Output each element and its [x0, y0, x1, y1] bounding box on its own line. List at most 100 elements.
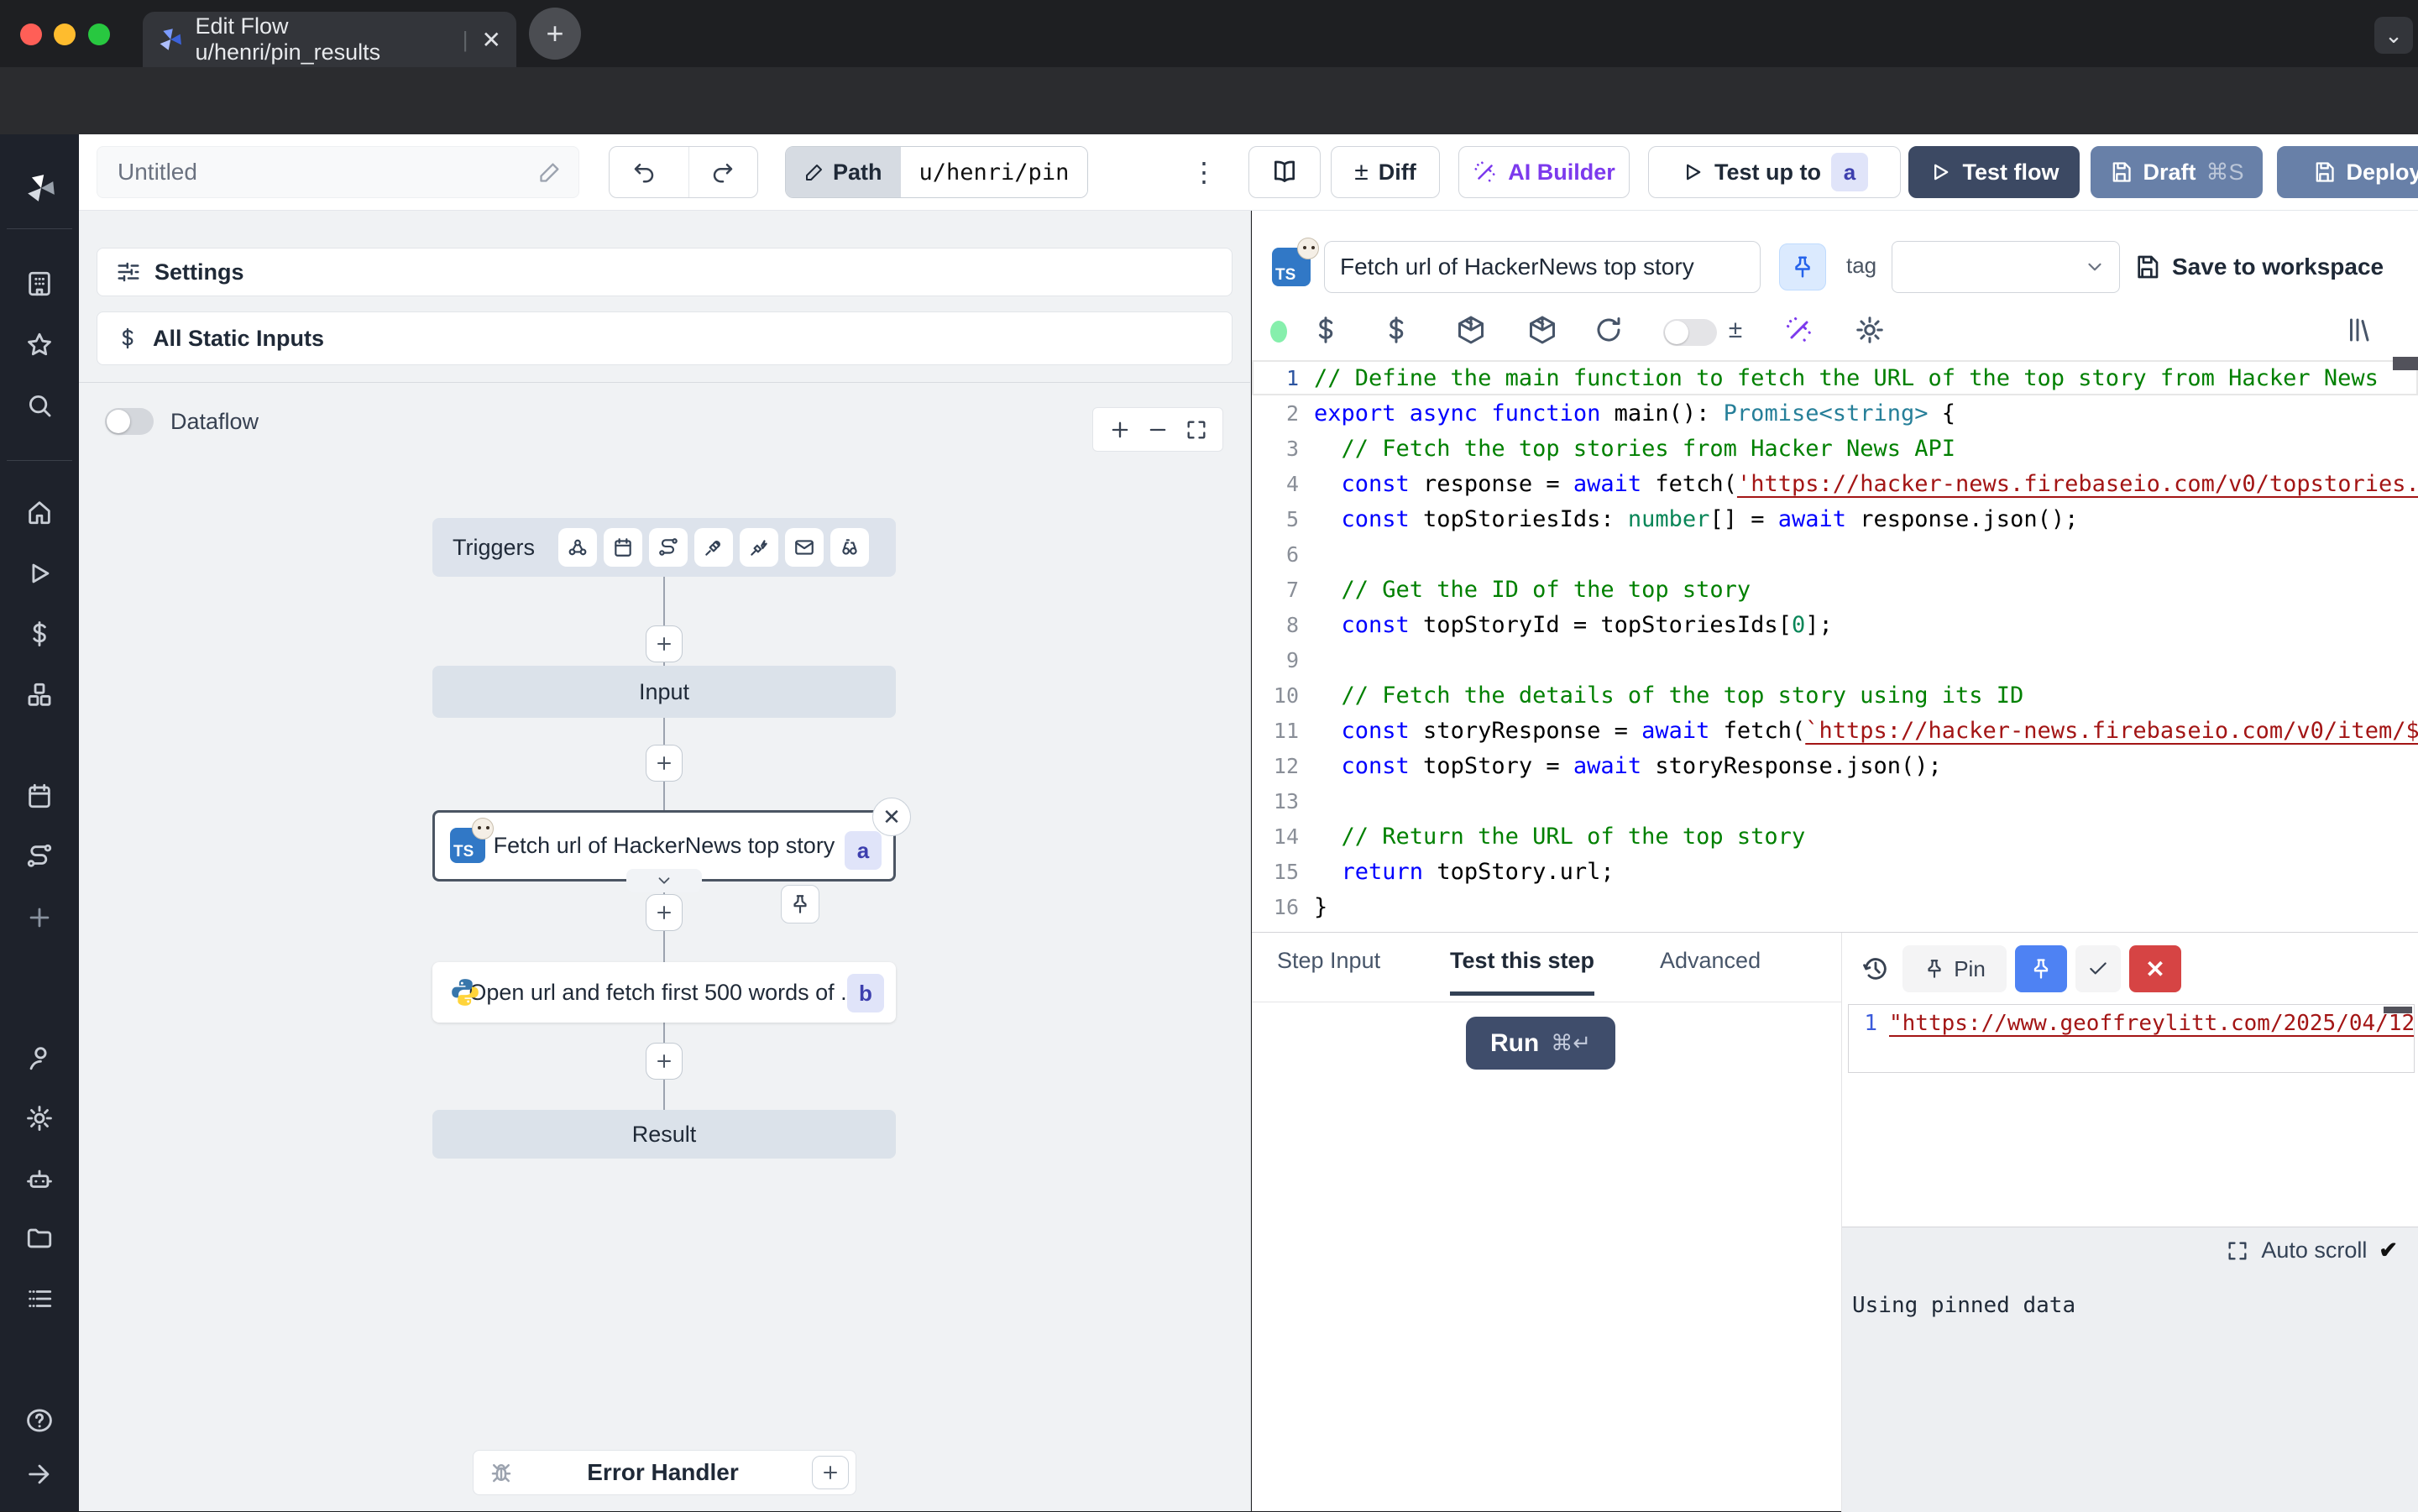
editor-scrollbar[interactable]: [2393, 357, 2418, 370]
edit-pencil-icon[interactable]: [538, 160, 562, 184]
editor-scrollbar[interactable]: [2384, 1007, 2412, 1013]
sidebar-item-home[interactable]: [25, 498, 54, 526]
code-line: 11 const storyResponse = await fetch(`ht…: [1252, 713, 2418, 748]
pin-icon: [1923, 958, 1945, 980]
tab-search-chevron-icon[interactable]: ⌄: [2374, 17, 2413, 54]
sidebar-item-add[interactable]: [25, 903, 54, 932]
undo-button[interactable]: [610, 147, 678, 197]
browser-tab[interactable]: Edit Flow u/henri/pin_results | ✕: [143, 12, 516, 67]
sidebar-item-settings[interactable]: [25, 1104, 54, 1133]
sidebar-item-help[interactable]: [25, 1406, 54, 1435]
save-to-workspace-button[interactable]: Save to workspace: [2133, 246, 2384, 288]
diff-button[interactable]: ± Diff: [1331, 146, 1440, 198]
reload-icon[interactable]: [1594, 315, 1624, 345]
package-icon[interactable]: [1456, 315, 1486, 345]
step-title-input[interactable]: Fetch url of HackerNews top story: [1324, 241, 1761, 293]
library-icon[interactable]: [2345, 315, 2375, 345]
add-error-handler-button[interactable]: [812, 1456, 849, 1489]
deploy-button[interactable]: Deploy: [2277, 146, 2418, 198]
tab-advanced[interactable]: Advanced: [1660, 948, 1761, 974]
test-flow-button[interactable]: Test flow: [1908, 146, 2080, 198]
all-static-inputs-row[interactable]: All Static Inputs: [97, 311, 1233, 365]
editor-toggle[interactable]: [1663, 319, 1717, 346]
step-node-title: Open url and fetch first 500 words of ..…: [468, 980, 859, 1006]
zoom-out-icon[interactable]: [1146, 418, 1170, 442]
sidebar-item-runs[interactable]: [25, 559, 54, 588]
docs-button[interactable]: [1248, 146, 1321, 198]
step-pin-indicator-icon[interactable]: [781, 885, 819, 923]
variables-icon[interactable]: [1311, 315, 1341, 345]
sidebar-expand-icon[interactable]: [25, 1460, 54, 1488]
websocket-trigger-icon[interactable]: [694, 528, 733, 567]
flow-settings-row[interactable]: Settings: [97, 248, 1233, 296]
sidebar-item-favorites[interactable]: [25, 331, 54, 359]
redo-button[interactable]: [688, 147, 757, 197]
pin-icon: [2029, 957, 2053, 981]
sidebar-item-schedules[interactable]: [25, 782, 54, 810]
code-editor[interactable]: 1// Define the main function to fetch th…: [1252, 360, 2418, 931]
editor-settings-gear-icon[interactable]: [1855, 315, 1885, 345]
ai-wand-icon[interactable]: [1784, 315, 1814, 345]
route-trigger-icon[interactable]: [649, 528, 688, 567]
sidebar-item-workers[interactable]: [25, 1165, 54, 1194]
expand-step-chevron-icon[interactable]: [626, 869, 702, 892]
add-step-button[interactable]: [646, 1043, 683, 1080]
zoom-in-icon[interactable]: [1108, 418, 1132, 442]
sidebar-item-search[interactable]: [25, 391, 54, 420]
pin-toggle-button[interactable]: [1779, 243, 1826, 290]
path-chip[interactable]: Path u/henri/pin: [785, 146, 1088, 198]
input-node[interactable]: Input: [432, 666, 896, 718]
sidebar-item-routes[interactable]: [25, 842, 54, 871]
tab-close-icon[interactable]: ✕: [482, 26, 501, 54]
sidebar-item-workspace[interactable]: [25, 269, 54, 298]
bun-icon: [1297, 238, 1319, 259]
add-step-button[interactable]: [646, 625, 683, 662]
webhook-trigger-icon[interactable]: [558, 528, 597, 567]
ai-builder-button[interactable]: AI Builder: [1458, 146, 1630, 198]
email-trigger-icon[interactable]: [785, 528, 824, 567]
step-node-b[interactable]: Open url and fetch first 500 words of ..…: [432, 962, 896, 1023]
auto-scroll-control[interactable]: Auto scroll ✔: [2226, 1237, 2398, 1263]
triggers-node[interactable]: Triggers: [432, 518, 896, 577]
tag-select[interactable]: [1892, 241, 2120, 293]
tab-step-input[interactable]: Step Input: [1277, 948, 1380, 974]
remove-step-icon[interactable]: ✕: [872, 798, 911, 836]
package-icon[interactable]: [1527, 315, 1557, 345]
fit-view-icon[interactable]: [1185, 418, 1208, 442]
draft-button[interactable]: Draft⌘S: [2091, 146, 2263, 198]
window-zoom-button[interactable]: [88, 24, 110, 45]
result-node[interactable]: Result: [432, 1110, 896, 1159]
pinned-toggle-button[interactable]: [2015, 945, 2067, 992]
sidebar-item-resources[interactable]: [25, 681, 54, 709]
flow-name-field[interactable]: Untitled: [97, 146, 579, 198]
add-step-button[interactable]: [646, 894, 683, 931]
sidebar-item-user[interactable]: [25, 1044, 54, 1072]
poll-trigger-icon[interactable]: [830, 528, 869, 567]
remove-pin-button[interactable]: ✕: [2129, 945, 2181, 992]
diff-mode-icon[interactable]: ±: [1720, 315, 1751, 345]
schedule-trigger-icon[interactable]: [604, 528, 642, 567]
window-minimize-button[interactable]: [54, 24, 76, 45]
dataflow-toggle[interactable]: [105, 408, 154, 435]
expand-icon[interactable]: [2226, 1239, 2249, 1263]
sidebar-item-logs[interactable]: [25, 1284, 54, 1313]
pin-button[interactable]: Pin: [1902, 945, 2007, 992]
sidebar-item-variables[interactable]: [25, 620, 54, 648]
kafka-trigger-icon[interactable]: [740, 528, 778, 567]
resources-icon[interactable]: [1381, 315, 1411, 345]
window-close-button[interactable]: [20, 24, 42, 45]
test-up-to-button[interactable]: Test up to a: [1648, 146, 1901, 198]
sidebar-item-folders[interactable]: [25, 1224, 54, 1253]
path-value[interactable]: u/henri/pin: [901, 147, 1088, 197]
pinned-data-editor[interactable]: 1 "https://www.geoffreylitt.com/2025/04/…: [1848, 1004, 2415, 1073]
windmill-logo[interactable]: [25, 172, 57, 204]
path-label-segment: Path: [786, 147, 901, 197]
tab-test-this-step[interactable]: Test this step: [1450, 948, 1594, 974]
run-button[interactable]: Run⌘↵: [1466, 1017, 1615, 1070]
new-tab-button[interactable]: +: [529, 8, 581, 60]
more-options-icon[interactable]: ⋮: [1187, 146, 1221, 198]
history-icon[interactable]: [1857, 950, 1894, 987]
error-handler-node[interactable]: Error Handler: [473, 1450, 856, 1495]
accept-pin-button[interactable]: [2075, 945, 2121, 992]
add-step-button[interactable]: [646, 745, 683, 782]
